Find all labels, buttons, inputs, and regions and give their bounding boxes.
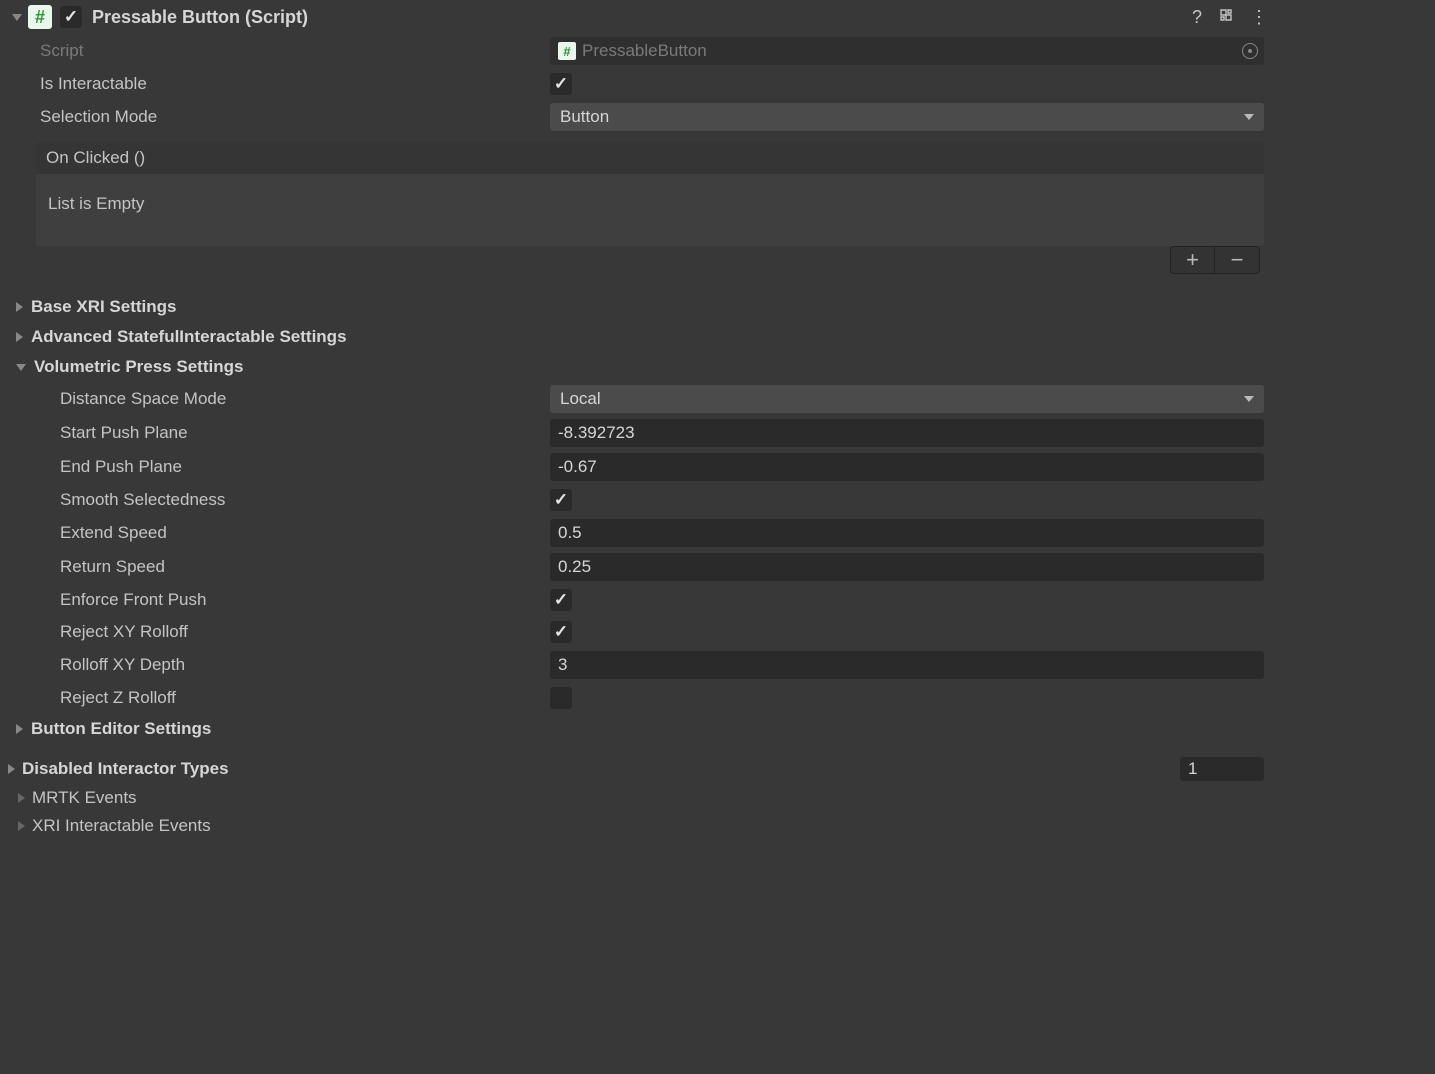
field-selection-mode: Selection Mode Button <box>0 100 1276 134</box>
field-enforce-front-push: Enforce Front Push <box>0 584 1276 616</box>
input-extend-speed[interactable]: 0.5 <box>550 519 1264 547</box>
field-return-speed: Return Speed 0.25 <box>0 550 1276 584</box>
input-rolloff-xy-depth[interactable]: 3 <box>550 651 1264 679</box>
section-volumetric[interactable]: Volumetric Press Settings <box>0 352 1276 382</box>
field-distance-space-mode: Distance Space Mode Local <box>0 382 1276 416</box>
section-button-editor[interactable]: Button Editor Settings <box>0 714 1276 744</box>
field-reject-xy-rolloff: Reject XY Rolloff <box>0 616 1276 648</box>
field-is-interactable: Is Interactable <box>0 68 1276 100</box>
field-reject-z-rolloff: Reject Z Rolloff <box>0 682 1276 714</box>
input-return-speed[interactable]: 0.25 <box>550 553 1264 581</box>
dropdown-selection-mode[interactable]: Button <box>550 103 1264 131</box>
dropdown-distance-space-mode[interactable]: Local <box>550 385 1264 413</box>
input-start-push-plane[interactable]: -8.392723 <box>550 419 1264 447</box>
event-header: On Clicked () <box>36 142 1264 174</box>
event-empty-text: List is Empty <box>48 194 144 213</box>
script-object-field[interactable]: # PressableButton <box>550 37 1264 65</box>
foldout-disabled-interactor[interactable] <box>8 764 15 774</box>
checkbox-enforce-front-push[interactable] <box>550 589 572 611</box>
field-script: Script # PressableButton <box>0 34 1276 68</box>
label-is-interactable: Is Interactable <box>40 74 550 94</box>
checkbox-reject-xy-rolloff[interactable] <box>550 621 572 643</box>
foldout-xri-events[interactable] <box>18 821 25 831</box>
label-selection-mode: Selection Mode <box>40 107 550 127</box>
event-remove-button[interactable]: − <box>1215 247 1259 273</box>
kebab-menu-icon[interactable]: ⋮ <box>1250 7 1268 28</box>
checkbox-smooth-selectedness[interactable] <box>550 489 572 511</box>
section-base-xri[interactable]: Base XRI Settings <box>0 292 1276 322</box>
section-mrtk-events[interactable]: MRTK Events <box>0 784 1276 812</box>
component-title: Pressable Button (Script) <box>92 7 1192 28</box>
section-disabled-interactor[interactable]: Disabled Interactor Types 1 <box>0 754 1276 784</box>
foldout-advanced-stateful[interactable] <box>16 332 23 342</box>
help-icon[interactable]: ? <box>1192 7 1202 28</box>
input-disabled-interactor-count[interactable]: 1 <box>1180 757 1264 781</box>
object-picker-icon[interactable] <box>1242 43 1258 59</box>
field-rolloff-xy-depth: Rolloff XY Depth 3 <box>0 648 1276 682</box>
component-enable-checkbox[interactable] <box>60 6 82 28</box>
event-footer: + − <box>0 246 1276 278</box>
event-on-clicked: On Clicked () List is Empty <box>36 142 1264 246</box>
checkbox-reject-z-rolloff[interactable] <box>550 687 572 709</box>
event-add-remove: + − <box>1170 246 1260 274</box>
label-script: Script <box>40 41 550 61</box>
section-xri-events[interactable]: XRI Interactable Events <box>0 812 1276 840</box>
preset-icon[interactable] <box>1218 7 1234 28</box>
field-smooth-selectedness: Smooth Selectedness <box>0 484 1276 516</box>
field-start-push-plane: Start Push Plane -8.392723 <box>0 416 1276 450</box>
script-icon: # <box>28 5 52 29</box>
foldout-volumetric[interactable] <box>16 364 26 371</box>
foldout-base-xri[interactable] <box>16 302 23 312</box>
component-header: # Pressable Button (Script) ? ⋮ <box>0 0 1276 34</box>
foldout-button-editor[interactable] <box>16 724 23 734</box>
field-end-push-plane: End Push Plane -0.67 <box>0 450 1276 484</box>
script-value: PressableButton <box>582 41 1256 61</box>
event-add-button[interactable]: + <box>1171 247 1215 273</box>
script-type-icon: # <box>558 42 576 60</box>
header-actions: ? ⋮ <box>1192 7 1268 28</box>
checkbox-is-interactable[interactable] <box>550 73 572 95</box>
event-body: List is Empty <box>36 174 1264 246</box>
input-end-push-plane[interactable]: -0.67 <box>550 453 1264 481</box>
component-foldout-icon[interactable] <box>12 14 22 21</box>
section-advanced-stateful[interactable]: Advanced StatefulInteractable Settings <box>0 322 1276 352</box>
foldout-mrtk-events[interactable] <box>18 793 25 803</box>
field-extend-speed: Extend Speed 0.5 <box>0 516 1276 550</box>
